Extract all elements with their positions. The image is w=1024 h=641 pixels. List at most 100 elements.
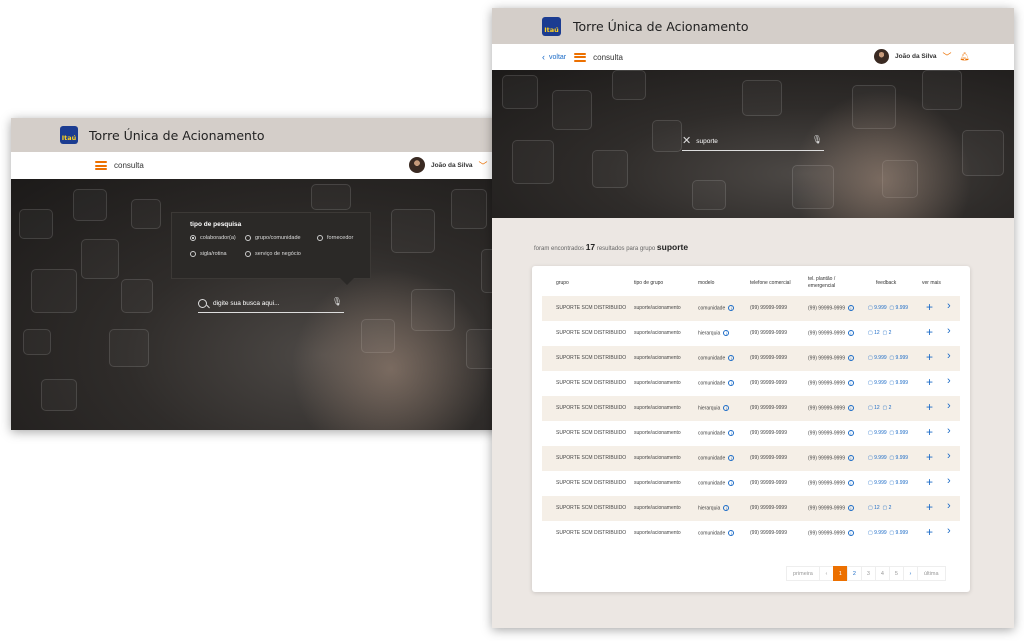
chevron-right-icon[interactable]: ›	[947, 451, 951, 462]
like-icon[interactable]: ▢	[868, 380, 873, 386]
bell-icon[interactable]: 🔔︎	[960, 52, 970, 61]
col-ver-mais[interactable]: ver mais	[922, 280, 941, 287]
table-row[interactable]: SUPORTE SCM DISTRIBUIDO suporte/acionamen…	[542, 371, 960, 396]
info-icon[interactable]: i	[728, 355, 735, 361]
col-feedback[interactable]: feedback	[876, 280, 896, 287]
table-row[interactable]: SUPORTE SCM DISTRIBUIDO suporte/acionamen…	[542, 346, 960, 371]
page-4[interactable]: 4	[874, 566, 890, 581]
info-icon[interactable]: i	[723, 505, 730, 511]
col-telefone[interactable]: telefone comercial	[750, 280, 791, 287]
search-input[interactable]	[213, 299, 323, 307]
info-icon[interactable]: i	[847, 430, 854, 436]
info-icon[interactable]: i	[728, 480, 735, 486]
dislike-icon[interactable]: ▢	[889, 305, 894, 311]
menu-icon[interactable]	[574, 52, 587, 62]
radio-dot[interactable]	[190, 251, 196, 257]
add-icon[interactable]: +	[926, 451, 933, 463]
dislike-icon[interactable]: ▢	[889, 455, 894, 461]
radio-dot[interactable]	[245, 251, 251, 257]
dislike-icon[interactable]: ▢	[882, 405, 887, 411]
dislike-icon[interactable]: ▢	[889, 355, 894, 361]
radio-dot[interactable]	[317, 235, 323, 241]
like-icon[interactable]: ▢	[868, 455, 873, 461]
page-2[interactable]: 2	[846, 566, 862, 581]
info-icon[interactable]: i	[728, 380, 735, 386]
info-icon[interactable]: i	[847, 455, 854, 461]
page-3[interactable]: 3	[860, 566, 876, 581]
info-icon[interactable]: i	[728, 305, 735, 311]
add-icon[interactable]: +	[926, 526, 933, 538]
page-last[interactable]: última	[916, 566, 946, 581]
table-row[interactable]: SUPORTE SCM DISTRIBUIDO suporte/acionamen…	[542, 471, 960, 496]
table-row[interactable]: SUPORTE SCM DISTRIBUIDO suporte/acionamen…	[542, 521, 960, 546]
like-icon[interactable]: ▢	[868, 405, 873, 411]
add-icon[interactable]: +	[926, 501, 933, 513]
user-menu[interactable]: João da Silva ﹀	[409, 157, 488, 173]
radio-grupo-comunidade[interactable]: grupo/comunidade	[245, 235, 317, 241]
info-icon[interactable]: i	[728, 455, 735, 461]
like-icon[interactable]: ▢	[868, 355, 873, 361]
chevron-right-icon[interactable]: ›	[947, 476, 951, 487]
like-icon[interactable]: ▢	[868, 305, 873, 311]
table-row[interactable]: SUPORTE SCM DISTRIBUIDO suporte/acionamen…	[542, 421, 960, 446]
add-icon[interactable]: +	[926, 326, 933, 338]
add-icon[interactable]: +	[926, 401, 933, 413]
chevron-right-icon[interactable]: ›	[947, 501, 951, 512]
info-icon[interactable]: i	[847, 355, 854, 361]
radio-dot[interactable]	[245, 235, 251, 241]
add-icon[interactable]: +	[926, 301, 933, 313]
info-icon[interactable]: i	[847, 530, 854, 536]
dislike-icon[interactable]: ▢	[882, 505, 887, 511]
like-icon[interactable]: ▢	[868, 330, 873, 336]
add-icon[interactable]: +	[926, 376, 933, 388]
dislike-icon[interactable]: ▢	[889, 530, 894, 536]
col-tipo-grupo[interactable]: tipo de grupo	[634, 280, 663, 287]
page-first[interactable]: primeira	[786, 566, 820, 581]
table-row[interactable]: SUPORTE SCM DISTRIBUIDO suporte/acionamen…	[542, 396, 960, 421]
search-input[interactable]	[696, 138, 797, 145]
dislike-icon[interactable]: ▢	[882, 330, 887, 336]
voice-search-icon[interactable]: 🎙	[332, 297, 342, 306]
chevron-right-icon[interactable]: ›	[947, 301, 951, 312]
table-row[interactable]: SUPORTE SCM DISTRIBUIDO suporte/acionamen…	[542, 446, 960, 471]
col-grupo[interactable]: grupo	[556, 280, 569, 287]
table-row[interactable]: SUPORTE SCM DISTRIBUIDO suporte/acionamen…	[542, 496, 960, 521]
info-icon[interactable]: i	[728, 430, 735, 436]
info-icon[interactable]: i	[723, 330, 730, 336]
info-icon[interactable]: i	[847, 380, 854, 386]
chevron-right-icon[interactable]: ›	[947, 426, 951, 437]
page-1[interactable]: 1	[832, 566, 848, 581]
col-plantao[interactable]: tel. plantão / emergencial	[808, 276, 852, 289]
dislike-icon[interactable]: ▢	[889, 380, 894, 386]
radio-sigla-rotina[interactable]: sigla/rotina	[190, 251, 245, 257]
like-icon[interactable]: ▢	[868, 505, 873, 511]
user-menu[interactable]: João da Silva ﹀ 🔔︎	[874, 49, 970, 64]
page-5[interactable]: 5	[888, 566, 904, 581]
chevron-down-icon[interactable]: ﹀	[479, 159, 488, 172]
radio-dot-checked[interactable]	[190, 235, 196, 241]
radio-servico-negocio[interactable]: serviço de negócio	[245, 251, 377, 257]
chevron-down-icon[interactable]: ﹀	[943, 50, 952, 63]
table-row[interactable]: SUPORTE SCM DISTRIBUIDO suporte/acionamen…	[542, 321, 960, 346]
chevron-right-icon[interactable]: ›	[947, 351, 951, 362]
back-link[interactable]: ‹ voltar	[542, 52, 566, 62]
info-icon[interactable]: i	[723, 405, 730, 411]
add-icon[interactable]: +	[926, 351, 933, 363]
chevron-right-icon[interactable]: ›	[947, 526, 951, 537]
chevron-right-icon[interactable]: ›	[902, 566, 918, 581]
like-icon[interactable]: ▢	[868, 430, 873, 436]
info-icon[interactable]: i	[847, 480, 854, 486]
dislike-icon[interactable]: ▢	[889, 480, 894, 486]
radio-colaborador[interactable]: colaborador(a)	[190, 235, 245, 241]
like-icon[interactable]: ▢	[868, 480, 873, 486]
info-icon[interactable]: i	[847, 330, 854, 336]
dislike-icon[interactable]: ▢	[889, 430, 894, 436]
chevron-right-icon[interactable]: ›	[947, 376, 951, 387]
like-icon[interactable]: ▢	[868, 530, 873, 536]
chevron-right-icon[interactable]: ›	[947, 401, 951, 412]
voice-search-icon[interactable]: 🎙	[812, 135, 822, 144]
info-icon[interactable]: i	[847, 505, 854, 511]
col-modelo[interactable]: modelo	[698, 280, 714, 287]
radio-fornecedor[interactable]: fornecedor	[317, 235, 377, 241]
close-icon[interactable]: ✕	[682, 136, 691, 147]
